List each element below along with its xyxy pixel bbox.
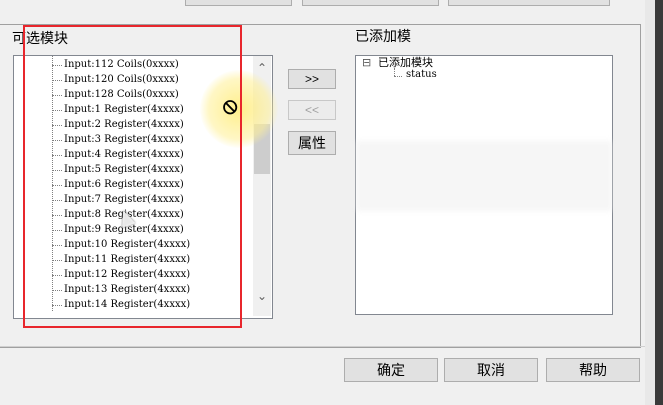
window-edge-light [645,0,655,405]
help-button[interactable]: 帮助 [546,358,640,382]
top-button-2[interactable] [302,0,439,6]
remove-module-button[interactable]: << [288,100,336,120]
tree-collapse-icon[interactable]: ⊟ [362,56,371,70]
ok-button[interactable]: 确定 [344,358,438,382]
tree-connector-right [394,68,395,76]
scroll-up-icon[interactable]: ⌃ [257,62,267,74]
annotation-rectangle [23,25,242,328]
blurred-region [356,141,612,211]
tree-branch-right [394,76,402,77]
bottom-separator [0,346,645,347]
window-edge [655,0,663,405]
top-button-3[interactable] [448,0,610,6]
added-modules-title: 已添加模 [355,28,411,44]
added-tree-child[interactable]: status [406,69,437,81]
properties-button[interactable]: 属性 [288,131,336,155]
cancel-button[interactable]: 取消 [444,358,538,382]
top-button-1[interactable] [185,0,292,6]
scroll-down-icon[interactable]: ⌄ [257,290,267,302]
add-module-button[interactable]: >> [288,69,336,89]
added-tree-root[interactable]: 已添加模块 [378,56,433,70]
added-modules-tree[interactable]: ⊟ 已添加模块 status [355,55,613,315]
